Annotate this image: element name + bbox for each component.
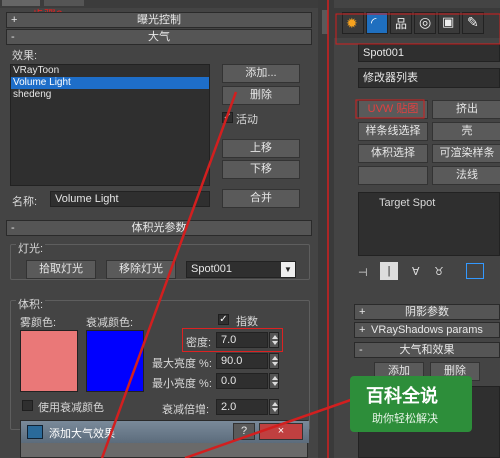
atmosphere-rollout-title: 大气 xyxy=(148,31,170,43)
effects-list-item[interactable]: VRayToon xyxy=(11,65,209,77)
effect-name-field[interactable]: Volume Light xyxy=(50,191,210,207)
shadow-params-title: 阴影参数 xyxy=(405,306,449,318)
add-effect-button[interactable]: 添加... xyxy=(222,64,300,83)
remove-light-button[interactable]: 移除灯光 xyxy=(106,260,176,279)
modifier-button[interactable]: 挤出 xyxy=(432,100,500,119)
max-bright-spinner[interactable] xyxy=(269,353,279,369)
fog-color-label: 雾颜色: xyxy=(20,317,57,329)
stack-toolbar: ⊣ | ∀ ♉ xyxy=(354,262,500,282)
dialog-titlebar: 添加大气效果 ? × xyxy=(21,421,309,443)
modifier-button[interactable]: 法线 xyxy=(432,166,500,185)
panel-divider xyxy=(318,0,334,458)
modifier-list-select[interactable]: 修改器列表 xyxy=(358,68,500,88)
hierarchy-tab-icon[interactable]: 品 xyxy=(390,12,412,34)
modifier-button[interactable] xyxy=(358,166,428,185)
modify-tab-icon[interactable]: ◜ xyxy=(366,12,388,34)
motion-icon: ◎ xyxy=(419,14,432,30)
pick-light-button[interactable]: 拾取灯光 xyxy=(26,260,96,279)
effects-list-item[interactable]: shedeng xyxy=(11,89,209,101)
move-down-button[interactable]: 下移 xyxy=(222,160,300,179)
configure-sets-icon[interactable] xyxy=(466,263,484,279)
exposure-rollout-title: 曝光控制 xyxy=(137,14,181,26)
move-up-button[interactable]: 上移 xyxy=(222,139,300,158)
dialog-title: 添加大气效果 xyxy=(49,428,115,440)
density-spinner[interactable] xyxy=(269,332,279,348)
show-end-result-icon[interactable]: | xyxy=(380,262,398,280)
modifier-button[interactable]: UVW 贴图 xyxy=(358,100,428,119)
active-label: 活动 xyxy=(236,114,258,126)
light-select[interactable]: Spot001 ▼ xyxy=(186,261,296,278)
app-icon xyxy=(27,425,43,439)
environment-panel: 步骤2 +曝光控制 -大气 效果: VRayToonVolume Lightsh… xyxy=(0,0,318,458)
close-button[interactable]: × xyxy=(259,423,303,440)
command-tabs: ✹ ◜ 品 ◎ ▣ ✎ xyxy=(334,8,500,38)
add-atmosphere-dialog: 添加大气效果 ? × xyxy=(20,420,309,458)
atten-color-swatch[interactable] xyxy=(86,330,144,392)
name-label: 名称: xyxy=(12,196,38,208)
density-label: 密度: xyxy=(186,337,212,349)
lights-label: 灯光: xyxy=(16,240,46,256)
atmos-effects-title: 大气和效果 xyxy=(399,344,455,356)
use-atten-label: 使用衰减颜色 xyxy=(38,402,104,414)
stack-item[interactable]: Target Spot xyxy=(379,197,435,209)
min-bright-spinner[interactable] xyxy=(269,373,279,389)
delete-effect-button[interactable]: 删除 xyxy=(222,86,300,105)
sun-icon: ✹ xyxy=(346,15,358,31)
make-unique-icon[interactable]: ∀ xyxy=(412,265,420,278)
watermark-title: 百科全说 xyxy=(366,386,438,406)
chevron-down-icon[interactable]: ▼ xyxy=(281,262,295,277)
atten-mult-label: 衰减倍增: xyxy=(162,404,210,416)
watermark-subtitle: 助你轻松解决 xyxy=(372,413,438,425)
atten-mult-spinner[interactable] xyxy=(269,399,279,415)
exposure-rollout-header[interactable]: + 曝光控制 xyxy=(6,12,312,28)
merge-button[interactable]: 合并 xyxy=(222,189,300,208)
display-icon: ▣ xyxy=(442,14,455,29)
atmosphere-rollout-header[interactable]: - 大气 xyxy=(6,29,312,45)
display-tab-icon[interactable]: ▣ xyxy=(438,12,460,34)
shadow-params-header[interactable]: + 阴影参数 xyxy=(354,304,500,320)
pin-stack-icon[interactable]: ⊣ xyxy=(358,266,368,279)
modifier-button[interactable]: 样条线选择 xyxy=(358,122,428,141)
hierarchy-icon: 品 xyxy=(395,17,408,31)
density-field[interactable]: 7.0 xyxy=(216,332,268,348)
max-bright-label: 最大亮度 %: xyxy=(152,358,212,370)
create-tab-icon[interactable]: ✹ xyxy=(342,12,364,34)
light-select-value: Spot001 xyxy=(191,263,232,275)
effects-label: 效果: xyxy=(12,50,38,62)
modifier-button[interactable]: 壳 xyxy=(432,122,500,141)
volume-light-params-header[interactable]: - 体积光参数 xyxy=(6,220,312,236)
motion-tab-icon[interactable]: ◎ xyxy=(414,12,436,34)
vray-shadows-header[interactable]: + VRayShadows params xyxy=(354,322,500,338)
min-bright-label: 最小亮度 %: xyxy=(152,378,212,390)
divider-scrollbar[interactable] xyxy=(322,10,328,34)
modifier-button[interactable]: 可渲染样条 xyxy=(432,144,500,163)
atmos-effects-header[interactable]: - 大气和效果 xyxy=(354,342,500,358)
min-bright-field[interactable]: 0.0 xyxy=(216,373,268,389)
exponent-checkbox[interactable]: ✓ xyxy=(218,314,229,325)
modifier-stack[interactable]: Target Spot xyxy=(358,192,500,256)
volume-label: 体积: xyxy=(16,296,46,312)
vray-shadows-title: VRayShadows params xyxy=(371,324,483,336)
wrench-icon: ✎ xyxy=(467,14,479,30)
utilities-tab-icon[interactable]: ✎ xyxy=(462,12,484,34)
modify-icon: ◜ xyxy=(371,14,377,30)
modifier-button[interactable]: 体积选择 xyxy=(358,144,428,163)
help-button[interactable]: ? xyxy=(233,423,255,440)
use-atten-checkbox[interactable] xyxy=(22,400,33,411)
effects-list-item[interactable]: Volume Light xyxy=(11,77,209,89)
object-name-field[interactable]: Spot001 xyxy=(358,44,500,62)
atten-mult-field[interactable]: 2.0 xyxy=(216,399,268,415)
effects-listbox[interactable]: VRayToon Volume Light shedeng xyxy=(10,64,210,186)
active-checkbox[interactable]: ✓ xyxy=(222,112,233,123)
atten-color-label: 衰减颜色: xyxy=(86,317,134,329)
max-bright-field[interactable]: 90.0 xyxy=(216,353,268,369)
remove-modifier-icon[interactable]: ♉ xyxy=(434,265,444,278)
exponent-label: 指数 xyxy=(236,316,258,328)
watermark-badge: 百科全说 助你轻松解决 xyxy=(350,376,472,432)
volume-light-params-title: 体积光参数 xyxy=(131,222,187,234)
fog-color-swatch[interactable] xyxy=(20,330,78,392)
